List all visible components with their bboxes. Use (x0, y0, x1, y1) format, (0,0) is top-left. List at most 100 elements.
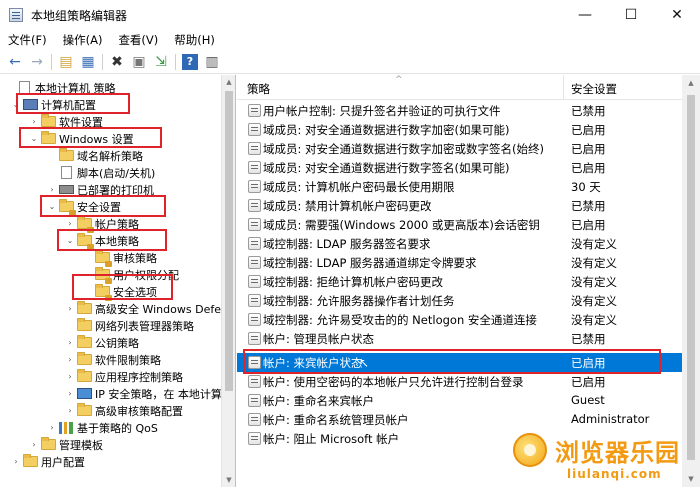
properties-icon[interactable]: ▣ (128, 52, 150, 72)
tree-scroll-thumb[interactable] (225, 91, 233, 391)
security-folder-icon (94, 250, 112, 267)
menu-action[interactable]: 操作(A) (55, 32, 111, 48)
policy-item-icon (248, 313, 261, 326)
back-arrow-icon[interactable]: ← (4, 52, 26, 72)
policy-setting: 没有定义 (571, 294, 617, 308)
policy-row[interactable]: 域成员: 对安全通道数据进行数字加密(如果可能) 已启用 (237, 120, 682, 139)
collapse-chevron-icon[interactable]: › (64, 304, 76, 313)
tree-item-windows-defender-firewall[interactable]: › 高级安全 Windows Defer (64, 300, 226, 317)
policy-name: 帐户: 重命名来宾帐户 (263, 394, 375, 408)
tree-item-app-control[interactable]: › 应用程序控制策略 (64, 368, 183, 385)
minimize-button[interactable]: — (562, 0, 608, 30)
tree-item-scripts[interactable]: 脚本(启动/关机) (46, 164, 155, 181)
collapse-chevron-icon[interactable]: › (64, 219, 76, 228)
tree-item-name-resolution-policy[interactable]: 域名解析策略 (46, 147, 143, 164)
policy-row[interactable]: 用户帐户控制: 只提升签名并验证的可执行文件 已禁用 (237, 101, 682, 120)
watermark-subtitle: liulanqi.com (567, 467, 662, 481)
menu-view[interactable]: 查看(V) (110, 32, 166, 48)
policy-row[interactable]: 帐户: 重命名来宾帐户 Guest (237, 391, 682, 410)
policy-row[interactable]: 域控制器: LDAP 服务器通道绑定令牌要求 没有定义 (237, 253, 682, 272)
policy-row[interactable]: 域成员: 对安全通道数据进行数字签名(如果可能) 已启用 (237, 158, 682, 177)
view-pane-icon[interactable]: ▥ (201, 52, 223, 72)
policy-item-icon (248, 104, 261, 117)
scroll-up-arrow-icon[interactable]: ▲ (682, 75, 700, 91)
policy-name: 域成员: 计算机帐户密码最长使用期限 (263, 180, 455, 194)
tree-item-policy-based-qos[interactable]: › 基于策略的 QoS (46, 419, 158, 436)
policy-name: 域成员: 需要强(Windows 2000 或更高版本)会话密钥 (263, 218, 540, 232)
collapse-chevron-icon[interactable]: › (10, 457, 22, 466)
list-scroll-thumb[interactable] (687, 95, 695, 460)
collapse-chevron-icon[interactable]: › (46, 423, 58, 432)
gpedit-app-icon (9, 8, 23, 22)
tree-item-label: 域名解析策略 (77, 149, 143, 163)
tree-item-public-key-policies[interactable]: › 公钥策略 (64, 334, 139, 351)
policy-row[interactable]: 域控制器: 拒绝计算机帐户密码更改 没有定义 (237, 272, 682, 291)
policy-item-icon (248, 394, 261, 407)
policy-row[interactable]: 域控制器: LDAP 服务器签名要求 没有定义 (237, 234, 682, 253)
policy-row[interactable]: 域成员: 计算机帐户密码最长使用期限 30 天 (237, 177, 682, 196)
maximize-button[interactable]: ☐ (608, 0, 654, 30)
policy-row[interactable]: 域成员: 对安全通道数据进行数字加密或数字签名(始终) 已启用 (237, 139, 682, 158)
column-header-setting[interactable]: 安全设置 (571, 81, 617, 97)
scroll-up-arrow-icon[interactable]: ▲ (222, 75, 235, 89)
collapse-chevron-icon[interactable]: › (64, 372, 76, 381)
policy-item-icon (248, 237, 261, 250)
up-folder-icon[interactable]: ▤ (55, 52, 77, 72)
tree-item-label: 管理模板 (59, 438, 103, 452)
tree-item-admin-templates[interactable]: › 管理模板 (28, 436, 103, 453)
tree-item-advanced-audit[interactable]: › 高级审核策略配置 (64, 402, 183, 419)
tree-item-software-restriction[interactable]: › 软件限制策略 (64, 351, 161, 368)
policy-row[interactable]: 域成员: 禁用计算机帐户密码更改 已禁用 (237, 196, 682, 215)
annotation-box-computer-config (16, 93, 130, 114)
toolbar-separator (102, 53, 103, 70)
collapse-chevron-icon[interactable]: › (64, 389, 76, 398)
column-header-policy[interactable]: 策略 (247, 81, 270, 97)
tree-item-user-config[interactable]: › 用户配置 (10, 453, 85, 470)
close-button[interactable]: ✕ (654, 0, 700, 30)
collapse-chevron-icon[interactable]: › (64, 406, 76, 415)
policy-row[interactable]: 帐户: 使用空密码的本地帐户只允许进行控制台登录 已启用 (237, 372, 682, 391)
export-list-icon[interactable]: ⇲ (150, 52, 172, 72)
menu-file[interactable]: 文件(F) (0, 32, 55, 48)
tree-item-network-list-manager[interactable]: 网络列表管理器策略 (64, 317, 194, 334)
collapse-chevron-icon[interactable]: › (28, 440, 40, 449)
policy-name: 用户帐户控制: 只提升签名并验证的可执行文件 (263, 104, 501, 118)
policy-row[interactable]: 域成员: 需要强(Windows 2000 或更高版本)会话密钥 已启用 (237, 215, 682, 234)
tree-item-label: 基于策略的 QoS (77, 421, 158, 435)
toolbar-separator (175, 53, 176, 70)
menu-help[interactable]: 帮助(H) (166, 32, 223, 48)
policy-item-icon (248, 218, 261, 231)
help-icon[interactable]: ? (182, 53, 198, 70)
annotation-box-windows-settings (19, 127, 162, 148)
policy-setting: 没有定义 (571, 256, 617, 270)
scroll-down-arrow-icon[interactable]: ▼ (222, 473, 235, 487)
policy-item-icon (248, 413, 261, 426)
tree-item-label: 高级审核策略配置 (95, 404, 183, 418)
column-divider[interactable] (563, 75, 564, 100)
policy-row[interactable]: 域控制器: 允许服务器操作者计划任务 没有定义 (237, 291, 682, 310)
policy-name: 域成员: 对安全通道数据进行数字加密(如果可能) (263, 123, 510, 137)
tree-item-audit-policy[interactable]: 审核策略 (82, 249, 157, 267)
annotation-box-security-options (72, 274, 173, 300)
policy-name: 帐户: 重命名系统管理员帐户 (263, 413, 409, 427)
annotation-box-local-policies (57, 229, 167, 251)
forward-arrow-icon[interactable]: → (26, 52, 48, 72)
tree-item-label: 公钥策略 (95, 336, 139, 350)
collapse-chevron-icon[interactable]: › (46, 185, 58, 194)
collapse-chevron-icon[interactable]: › (64, 355, 76, 364)
collapse-chevron-icon[interactable]: › (28, 117, 40, 126)
list-header: 策略 ^ 安全设置 (237, 75, 700, 100)
policy-row[interactable]: 域控制器: 允许易受攻击的的 Netlogon 安全通道连接 没有定义 (237, 310, 682, 329)
collapse-chevron-icon[interactable]: › (64, 338, 76, 347)
folder-icon (76, 301, 92, 316)
policy-row[interactable]: 帐户: 管理员帐户状态 已禁用 (237, 329, 682, 348)
tree-scrollbar[interactable]: ▲ ▼ (221, 75, 235, 487)
policy-item-icon (248, 256, 261, 269)
delete-icon[interactable]: ✖ (106, 52, 128, 72)
policy-item-icon (248, 142, 261, 155)
tree-item-ip-security[interactable]: › IP 安全策略，在 本地计算 (64, 385, 222, 402)
tree-item-label: IP 安全策略，在 本地计算 (95, 387, 222, 401)
policy-setting: 没有定义 (571, 313, 617, 327)
show-hide-tree-icon[interactable]: ▦ (77, 52, 99, 72)
folder-icon (40, 437, 56, 452)
